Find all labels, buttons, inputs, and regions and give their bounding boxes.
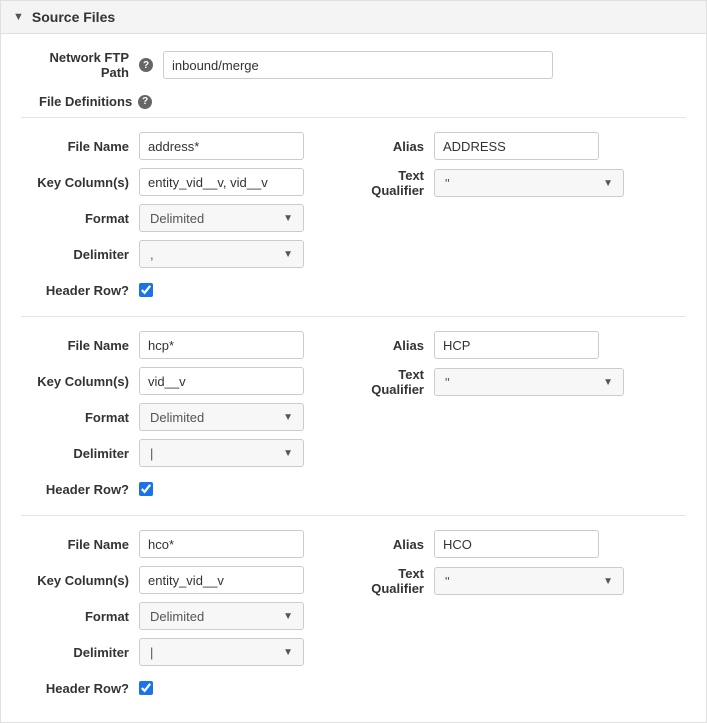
delimiter-row: Delimiter|▼ <box>21 638 304 666</box>
header-row-row: Header Row? <box>21 276 304 304</box>
format-row: Format Delimited ▼ <box>21 602 304 630</box>
key-columns-label: Key Column(s) <box>21 175 139 190</box>
file-name-row: File Name <box>21 331 304 359</box>
header-row-checkbox[interactable] <box>139 681 153 695</box>
alias-row: Alias <box>344 132 624 160</box>
header-row-row: Header Row? <box>21 475 304 503</box>
text-qualifier-select[interactable]: "▼ <box>434 169 624 197</box>
delimiter-select[interactable]: |▼ <box>139 638 304 666</box>
help-icon[interactable]: ? <box>138 95 152 109</box>
key-columns-input[interactable] <box>139 566 304 594</box>
header-row-label: Header Row? <box>21 283 139 298</box>
header-row-checkbox[interactable] <box>139 482 153 496</box>
alias-row: Alias <box>344 331 624 359</box>
alias-input[interactable] <box>434 132 599 160</box>
delimiter-row: Delimiter|▼ <box>21 439 304 467</box>
text-qualifier-select[interactable]: "▼ <box>434 368 624 396</box>
delimiter-label: Delimiter <box>21 446 139 461</box>
delimiter-value: | <box>150 446 153 461</box>
text-qualifier-label: Text Qualifier <box>344 367 434 397</box>
delimiter-row: Delimiter,▼ <box>21 240 304 268</box>
alias-label: Alias <box>344 537 434 552</box>
format-select[interactable]: Delimited ▼ <box>139 602 304 630</box>
text-qualifier-select[interactable]: "▼ <box>434 567 624 595</box>
file-name-label: File Name <box>21 139 139 154</box>
format-select[interactable]: Delimited ▼ <box>139 403 304 431</box>
format-label: Format <box>21 410 139 425</box>
alias-row: Alias <box>344 530 624 558</box>
format-value: Delimited <box>150 211 204 226</box>
delimiter-value: | <box>150 645 153 660</box>
panel-header[interactable]: ▼ Source Files <box>1 1 706 34</box>
network-ftp-label: Network FTP Path <box>21 50 139 80</box>
chevron-down-icon: ▼ <box>603 576 613 587</box>
format-value: Delimited <box>150 609 204 624</box>
file-definition: File NameKey Column(s)FormatDelimited▼De… <box>21 117 686 312</box>
file-definition: File NameKey Column(s)FormatDelimited▼De… <box>21 515 686 710</box>
help-icon[interactable]: ? <box>139 58 153 72</box>
text-qualifier-value: " <box>445 574 450 589</box>
chevron-down-icon: ▼ <box>283 213 293 224</box>
header-row-checkbox[interactable] <box>139 283 153 297</box>
collapse-caret-icon: ▼ <box>13 11 24 23</box>
delimiter-select[interactable]: |▼ <box>139 439 304 467</box>
network-ftp-row: Network FTP Path ? <box>21 50 686 80</box>
file-definition: File NameKey Column(s)FormatDelimited▼De… <box>21 316 686 511</box>
chevron-down-icon: ▼ <box>283 448 293 459</box>
delimiter-value: , <box>150 247 154 262</box>
text-qualifier-label: Text Qualifier <box>344 566 434 596</box>
text-qualifier-value: " <box>445 176 450 191</box>
header-row-row: Header Row? <box>21 674 304 702</box>
text-qualifier-label: Text Qualifier <box>344 168 434 198</box>
key-columns-row: Key Column(s) <box>21 566 304 594</box>
file-name-row: File Name <box>21 132 304 160</box>
chevron-down-icon: ▼ <box>603 178 613 189</box>
key-columns-input[interactable] <box>139 168 304 196</box>
delimiter-select[interactable]: ,▼ <box>139 240 304 268</box>
key-columns-row: Key Column(s) <box>21 367 304 395</box>
alias-input[interactable] <box>434 530 599 558</box>
alias-label: Alias <box>344 139 434 154</box>
file-name-input[interactable] <box>139 331 304 359</box>
delimiter-label: Delimiter <box>21 645 139 660</box>
delimiter-label: Delimiter <box>21 247 139 262</box>
header-row-label: Header Row? <box>21 681 139 696</box>
network-ftp-input[interactable] <box>163 51 553 79</box>
file-definitions-header-row: File Definitions ? <box>39 94 686 109</box>
format-label: Format <box>21 609 139 624</box>
alias-input[interactable] <box>434 331 599 359</box>
chevron-down-icon: ▼ <box>283 412 293 423</box>
file-name-input[interactable] <box>139 132 304 160</box>
text-qualifier-row: Text Qualifier"▼ <box>344 566 624 596</box>
panel-title: Source Files <box>32 9 115 25</box>
format-label: Format <box>21 211 139 226</box>
key-columns-input[interactable] <box>139 367 304 395</box>
format-row: Format Delimited ▼ <box>21 204 304 232</box>
panel-body: Network FTP Path ? File Definitions ? Fi… <box>1 34 706 722</box>
text-qualifier-value: " <box>445 375 450 390</box>
chevron-down-icon: ▼ <box>603 377 613 388</box>
text-qualifier-row: Text Qualifier"▼ <box>344 367 624 397</box>
format-value: Delimited <box>150 410 204 425</box>
file-name-input[interactable] <box>139 530 304 558</box>
chevron-down-icon: ▼ <box>283 249 293 260</box>
format-row: Format Delimited ▼ <box>21 403 304 431</box>
key-columns-label: Key Column(s) <box>21 573 139 588</box>
key-columns-label: Key Column(s) <box>21 374 139 389</box>
file-name-label: File Name <box>21 537 139 552</box>
alias-label: Alias <box>344 338 434 353</box>
file-name-row: File Name <box>21 530 304 558</box>
source-files-panel: ▼ Source Files Network FTP Path ? File D… <box>0 0 707 723</box>
chevron-down-icon: ▼ <box>283 647 293 658</box>
file-name-label: File Name <box>21 338 139 353</box>
header-row-label: Header Row? <box>21 482 139 497</box>
chevron-down-icon: ▼ <box>283 611 293 622</box>
file-definitions-header: File Definitions <box>39 94 132 109</box>
text-qualifier-row: Text Qualifier"▼ <box>344 168 624 198</box>
format-select[interactable]: Delimited ▼ <box>139 204 304 232</box>
key-columns-row: Key Column(s) <box>21 168 304 196</box>
